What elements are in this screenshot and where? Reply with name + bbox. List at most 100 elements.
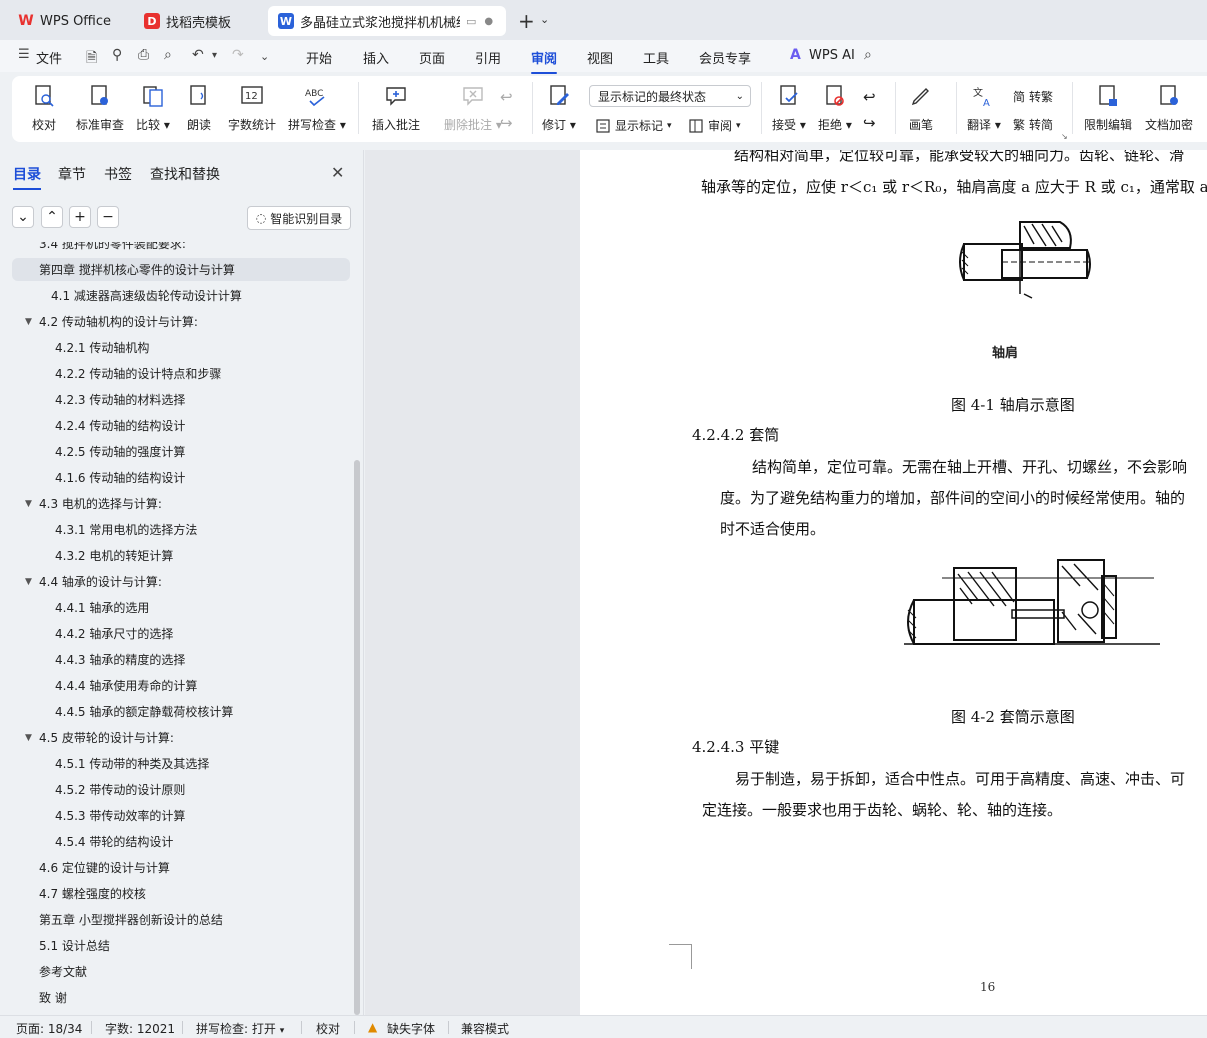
print-preview-icon[interactable]: ⌕ — [164, 47, 172, 63]
hamburger-icon[interactable]: ☰ — [18, 47, 30, 62]
undo-icon[interactable]: ↶ — [192, 47, 204, 63]
expand-down-button[interactable]: ⌄ — [12, 206, 34, 228]
toc-item[interactable]: 4.1.6 传动轴的结构设计 — [12, 466, 350, 489]
review-pane-button[interactable]: 审阅 ▾ — [688, 117, 741, 134]
translate-button[interactable]: 文A 翻译 ▾ — [967, 84, 1001, 133]
add-heading-button[interactable]: + — [69, 206, 91, 228]
toc-item[interactable]: 4.4.3 轴承的精度的选择 — [12, 648, 350, 671]
menu-member[interactable]: 会员专享 — [699, 48, 751, 67]
toc-item[interactable]: 4.1 减速器高速级齿轮传动设计计算 — [12, 284, 350, 307]
redo-icon[interactable]: ↷ — [232, 47, 244, 63]
status-compat-mode[interactable]: 兼容模式 — [461, 1020, 509, 1037]
markup-state-select[interactable]: 显示标记的最终状态 ⌄ — [589, 85, 751, 107]
toc-item[interactable]: 4.2.5 传动轴的强度计算 — [12, 440, 350, 463]
toc-item[interactable]: 4.2.4 传动轴的结构设计 — [12, 414, 350, 437]
save-icon[interactable]: 🗎 — [86, 47, 97, 71]
prev-comment-icon[interactable]: ↩ — [500, 88, 513, 106]
toc-item[interactable]: 4.3.2 电机的转矩计算 — [12, 544, 350, 567]
monitor-icon[interactable]: ▭ — [466, 15, 476, 28]
toc-scrollbar[interactable] — [354, 460, 360, 1015]
toc-item[interactable]: 4.4.2 轴承尺寸的选择 — [12, 622, 350, 645]
collapse-arrow-icon[interactable]: ▼ — [25, 317, 32, 327]
toc-item[interactable]: ▼ 4.2 传动轴机构的设计与计算: — [12, 310, 350, 333]
collapse-arrow-icon[interactable]: ▼ — [25, 499, 32, 509]
status-spell-check[interactable]: 拼写检查: 打开 ▾ — [196, 1020, 284, 1037]
toc-item[interactable]: ▼ 4.3 电机的选择与计算: — [12, 492, 350, 515]
toc-item[interactable]: 4.4.4 轴承使用寿命的计算 — [12, 674, 350, 697]
restrict-editing-button[interactable]: 限制编辑 — [1084, 84, 1132, 133]
print-icon[interactable]: ⎙ — [138, 47, 149, 63]
more-chevron-icon[interactable]: ⌄ — [260, 50, 269, 63]
to-simplified-button[interactable]: 繁转简 — [1013, 116, 1053, 133]
search-icon[interactable]: ⌕ — [864, 47, 872, 63]
toc-item[interactable]: 4.5.4 带轮的结构设计 — [12, 830, 350, 853]
next-change-icon[interactable]: ↪ — [863, 114, 876, 132]
spell-check-button[interactable]: ABC 拼写检查 ▾ — [288, 84, 346, 133]
pen-button[interactable]: 画笔 — [909, 84, 933, 133]
nav-tab-chapters[interactable]: 章节 — [58, 164, 86, 184]
tab-current-document[interactable]: W 多晶硅立式浆池搅拌机机械结 ▭ ● — [268, 6, 506, 36]
nav-tab-toc[interactable]: 目录 — [13, 164, 41, 190]
status-page[interactable]: 页面: 18/34 — [16, 1020, 82, 1037]
toc-item[interactable]: 第四章 搅拌机核心零件的设计与计算 — [12, 258, 350, 281]
menu-page[interactable]: 页面 — [419, 48, 445, 67]
dialog-launcher-icon[interactable]: ↘ — [1061, 132, 1068, 141]
tab-list-chevron-icon[interactable]: ⌄ — [540, 13, 549, 26]
collapse-arrow-icon[interactable]: ▼ — [25, 733, 32, 743]
smart-toc-button[interactable]: ◌ 智能识别目录 — [247, 206, 351, 230]
toc-item[interactable]: 5.1 设计总结 — [12, 934, 350, 957]
nav-tab-find-replace[interactable]: 查找和替换 — [150, 164, 220, 184]
toc-item[interactable]: 4.6 定位键的设计与计算 — [12, 856, 350, 879]
revise-button[interactable]: 修订 ▾ — [542, 84, 576, 133]
toc-item[interactable]: 致 谢 — [12, 986, 350, 1009]
nav-tab-bookmarks[interactable]: 书签 — [104, 164, 132, 184]
undo-dropdown-icon[interactable]: ▾ — [212, 50, 217, 61]
toc-item[interactable]: 4.5.3 带传动效率的计算 — [12, 804, 350, 827]
collapse-arrow-icon[interactable]: ▼ — [25, 577, 32, 587]
reject-button[interactable]: 拒绝 ▾ — [818, 84, 852, 133]
collapse-up-button[interactable]: ⌃ — [41, 206, 63, 228]
status-missing-font[interactable]: 缺失字体 — [387, 1020, 435, 1037]
menu-tools[interactable]: 工具 — [643, 48, 669, 67]
menu-review[interactable]: 审阅 — [531, 48, 558, 74]
format-painter-icon[interactable]: ⚲ — [112, 47, 122, 63]
toc-item[interactable]: 4.3.1 常用电机的选择方法 — [12, 518, 350, 541]
toc-item[interactable]: 4.2.1 传动轴机构 — [12, 336, 350, 359]
encrypt-button[interactable]: 文档加密 — [1145, 84, 1193, 133]
document-page[interactable]: 结构相对简单，定位较可靠，能承受较大的轴向力。齿轮、链轮、滑 轴承等的定位，应使… — [580, 150, 1207, 1015]
toc-item[interactable]: 3.4 搅拌机的零件装配要求: — [12, 242, 350, 255]
compare-button[interactable]: 比较 ▾ — [136, 84, 170, 133]
accept-button[interactable]: 接受 ▾ — [772, 84, 806, 133]
toc-item[interactable]: 4.2.2 传动轴的设计特点和步骤 — [12, 362, 350, 385]
next-comment-icon[interactable]: ↪ — [500, 114, 513, 132]
menu-view[interactable]: 视图 — [587, 48, 613, 67]
proofread-button[interactable]: 校对 — [32, 84, 56, 133]
menu-wps-ai[interactable]: WPS AI — [809, 48, 855, 63]
delete-comment-button[interactable]: 删除批注 ▾ — [444, 84, 502, 133]
toc-item[interactable]: 4.4.1 轴承的选用 — [12, 596, 350, 619]
show-markup-button[interactable]: 显示标记 ▾ — [595, 117, 672, 134]
menu-file[interactable]: 文件 — [36, 48, 62, 67]
remove-heading-button[interactable]: − — [97, 206, 119, 228]
tab-docer-templates[interactable]: D 找稻壳模板 — [134, 6, 262, 36]
unsaved-dot-icon[interactable]: ● — [484, 16, 493, 27]
to-traditional-button[interactable]: 简转繁 — [1013, 88, 1053, 105]
toc-item[interactable]: 第五章 小型搅拌器创新设计的总结 — [12, 908, 350, 931]
new-tab-plus-icon[interactable]: + — [518, 9, 535, 33]
wps-ai-icon[interactable]: A — [790, 47, 801, 63]
menu-reference[interactable]: 引用 — [475, 48, 501, 67]
toc-item[interactable]: 4.7 螺栓强度的校核 — [12, 882, 350, 905]
prev-change-icon[interactable]: ↩ — [863, 88, 876, 106]
toc-item[interactable]: ▼ 4.5 皮带轮的设计与计算: — [12, 726, 350, 749]
close-icon[interactable]: ✕ — [331, 163, 344, 182]
toc-item[interactable]: 4.4.5 轴承的额定静载荷校核计算 — [12, 700, 350, 723]
toc-item[interactable]: 参考文献 — [12, 960, 350, 983]
toc-item[interactable]: ▼ 4.4 轴承的设计与计算: — [12, 570, 350, 593]
toc-item[interactable]: 4.2.3 传动轴的材料选择 — [12, 388, 350, 411]
toc-item[interactable]: 4.5.1 传动带的种类及其选择 — [12, 752, 350, 775]
read-aloud-button[interactable]: 朗读 — [187, 84, 211, 133]
toc-item[interactable]: 4.5.2 带传动的设计原则 — [12, 778, 350, 801]
menu-start[interactable]: 开始 — [306, 48, 332, 67]
status-proofread[interactable]: 校对 — [316, 1020, 340, 1037]
word-count-button[interactable]: 12 字数统计 — [228, 84, 276, 133]
